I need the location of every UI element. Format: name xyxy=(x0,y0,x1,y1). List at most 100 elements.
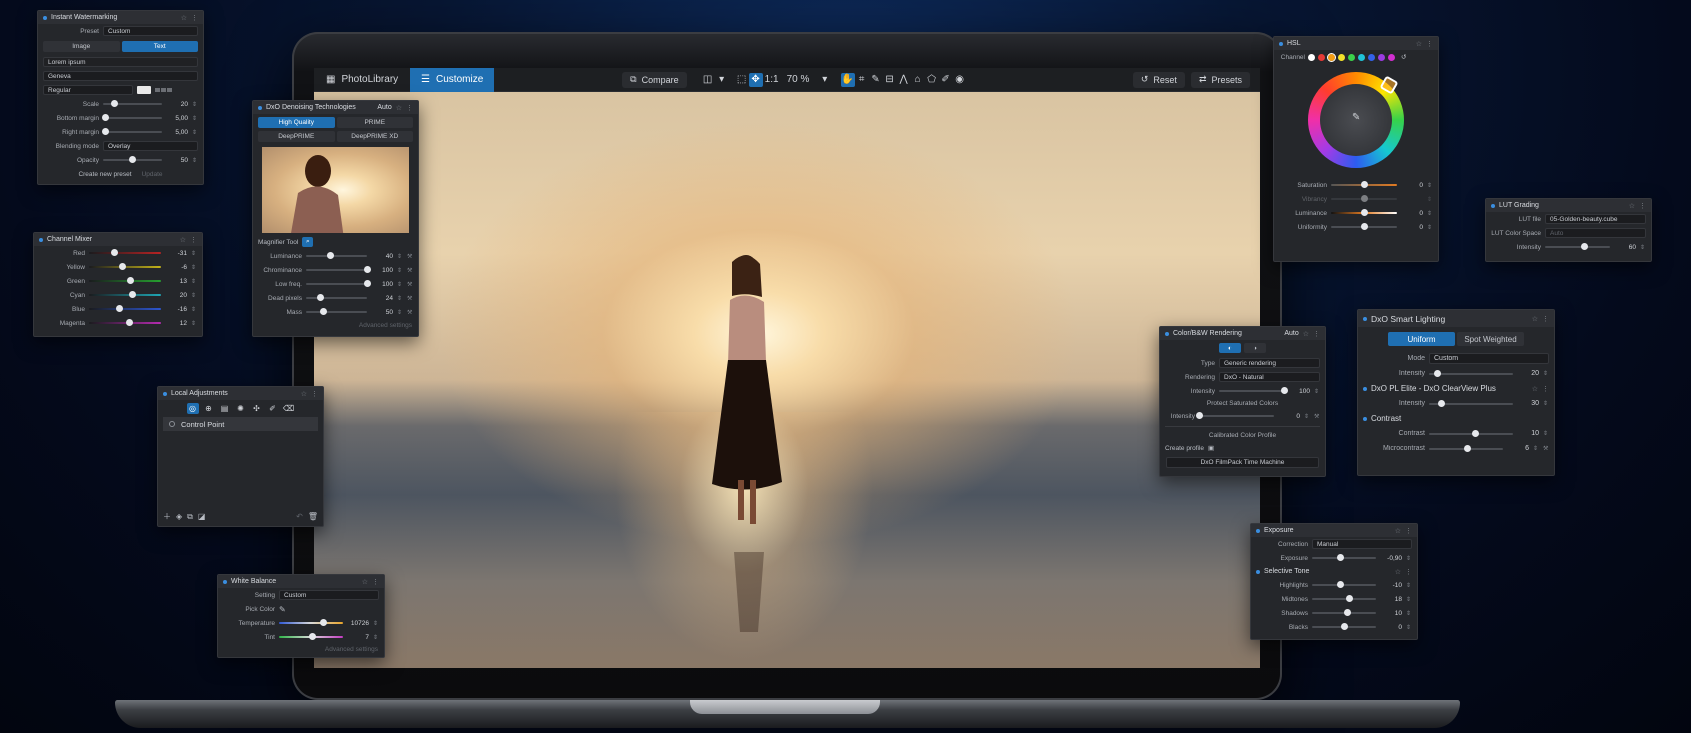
blue-slider[interactable] xyxy=(89,305,161,312)
star-icon[interactable]: ☆ xyxy=(396,104,402,112)
eyedropper-icon[interactable]: ✎ xyxy=(279,605,286,614)
contrast-slider[interactable] xyxy=(1429,429,1513,437)
hq-button[interactable]: High Quality xyxy=(258,117,335,128)
list-item[interactable]: Control Point xyxy=(163,417,318,431)
repair-icon[interactable]: ✐ xyxy=(939,73,953,87)
star-icon[interactable]: ☆ xyxy=(180,236,186,244)
stepper-icon[interactable]: ⇕ xyxy=(1406,582,1412,589)
tone-row-value[interactable]: 18 xyxy=(1380,596,1402,603)
microcontrast-slider[interactable] xyxy=(1429,444,1503,452)
more-icon[interactable]: ⋮ xyxy=(1313,330,1320,338)
star-icon[interactable]: ☆ xyxy=(301,390,307,398)
update-button[interactable]: Update xyxy=(142,171,163,178)
more-icon[interactable]: ⋮ xyxy=(1542,315,1549,323)
hand-icon[interactable]: ✋ xyxy=(840,72,855,87)
watermark-text-input[interactable]: Lorem ipsum xyxy=(43,57,198,67)
more-icon[interactable]: ⋮ xyxy=(1639,202,1646,210)
stepper-icon[interactable]: ⇕ xyxy=(373,634,379,641)
magnifier-icon[interactable]: ⌕ xyxy=(302,237,314,247)
more-icon[interactable]: ⋮ xyxy=(191,14,198,22)
eyedropper-icon[interactable]: ✎ xyxy=(1352,112,1360,123)
duplicate-icon[interactable]: ⧉ xyxy=(187,512,193,522)
bottom-margin-value[interactable]: 5,00 xyxy=(166,115,188,122)
tab-image[interactable]: Image xyxy=(43,41,120,52)
undo-icon[interactable]: ↶ xyxy=(296,512,303,521)
channel-swatch[interactable] xyxy=(1308,53,1315,61)
tab-photolibrary[interactable]: ▦ PhotoLibrary xyxy=(314,68,410,92)
layers-icon[interactable]: ◈ xyxy=(176,512,182,521)
mixer-row-value[interactable]: -6 xyxy=(165,264,187,271)
preset-select[interactable]: Custom xyxy=(103,26,198,36)
more-icon[interactable]: ⋮ xyxy=(1405,527,1412,535)
chevron-down-icon[interactable]: ▾ xyxy=(715,73,729,87)
mixer-row-value[interactable]: -16 xyxy=(165,306,187,313)
move-icon[interactable]: ✥ xyxy=(748,72,763,87)
microcontrast-value[interactable]: 6 xyxy=(1507,445,1529,452)
stepper-icon[interactable]: ⇕ xyxy=(1304,413,1310,420)
range-handle[interactable] xyxy=(1379,75,1399,95)
mixer-row-value[interactable]: -31 xyxy=(165,250,187,257)
reset-icon[interactable]: ↺ xyxy=(1401,53,1406,61)
hsl-header[interactable]: HSL ☆ ⋮ xyxy=(1274,37,1438,50)
tone-row-value[interactable]: 10 xyxy=(1380,610,1402,617)
cyan-slider[interactable] xyxy=(89,291,161,298)
crop-icon[interactable]: ⌗ xyxy=(855,73,869,87)
stepper-icon[interactable]: ⇕ xyxy=(191,250,197,257)
lut-intensity-slider[interactable] xyxy=(1545,243,1610,250)
split-view-icon[interactable]: ◫ xyxy=(701,73,715,87)
temperature-slider[interactable] xyxy=(279,619,343,626)
deepprime-button[interactable]: DeepPRIME xyxy=(258,131,335,142)
graduated-filter-icon[interactable]: ▤ xyxy=(219,403,231,414)
star-icon[interactable]: ☆ xyxy=(1532,385,1538,393)
stepper-icon[interactable]: ⇕ xyxy=(191,292,197,299)
smart-lighting-header[interactable]: DxO Smart Lighting ☆ ⋮ xyxy=(1358,310,1554,327)
denoise-row-value[interactable]: 100 xyxy=(371,281,393,288)
create-preset-button[interactable]: Create new preset xyxy=(78,171,131,178)
stepper-icon[interactable]: ⇕ xyxy=(191,320,197,327)
magic-wand-icon[interactable]: ⚒ xyxy=(407,309,413,316)
auto-mask-icon[interactable]: ✣ xyxy=(251,403,263,414)
more-icon[interactable]: ⋮ xyxy=(311,390,318,398)
stepper-icon[interactable]: ⇕ xyxy=(1427,196,1433,203)
tint-slider[interactable] xyxy=(279,633,343,640)
uniform-button[interactable]: Uniform xyxy=(1388,332,1455,346)
more-icon[interactable]: ⋮ xyxy=(1426,40,1433,48)
mixer-row-value[interactable]: 13 xyxy=(165,278,187,285)
more-icon[interactable]: ⋮ xyxy=(190,236,197,244)
spot-weighted-button[interactable]: Spot Weighted xyxy=(1457,332,1524,346)
lut-intensity-value[interactable]: 60 xyxy=(1614,244,1636,251)
stepper-icon[interactable]: ⇕ xyxy=(1427,210,1433,217)
hsl-row-value[interactable]: 0 xyxy=(1401,182,1423,189)
hsl-row-value[interactable]: 0 xyxy=(1401,210,1423,217)
type-select[interactable]: Generic rendering xyxy=(1219,358,1320,368)
white-balance-header[interactable]: White Balance ☆ ⋮ xyxy=(218,575,384,588)
setting-select[interactable]: Custom xyxy=(279,590,379,600)
more-icon[interactable]: ⋮ xyxy=(406,104,413,112)
stepper-icon[interactable]: ⇕ xyxy=(1543,370,1549,377)
pen-icon[interactable]: ✐ xyxy=(267,403,279,414)
tone-row-value[interactable]: -10 xyxy=(1380,582,1402,589)
lut-space-select[interactable]: Auto xyxy=(1545,228,1646,238)
channel-swatch[interactable] xyxy=(1318,53,1325,61)
stepper-icon[interactable]: ⇕ xyxy=(397,309,403,316)
stepper-icon[interactable]: ⇕ xyxy=(192,129,198,136)
stepper-icon[interactable]: ⇕ xyxy=(192,157,198,164)
tab-text[interactable]: Text xyxy=(121,41,198,52)
font-select[interactable]: Geneva xyxy=(43,71,198,81)
auto-button[interactable]: Auto xyxy=(1284,330,1298,337)
channel-swatch[interactable] xyxy=(1327,52,1336,62)
denoise-row-value[interactable]: 100 xyxy=(371,267,393,274)
stepper-icon[interactable]: ⇕ xyxy=(191,306,197,313)
advanced-settings-link[interactable]: Advanced settings xyxy=(253,319,418,332)
magic-wand-icon[interactable]: ⚒ xyxy=(1543,445,1549,452)
stepper-icon[interactable]: ⇕ xyxy=(373,620,379,627)
protect-intensity-value[interactable]: 0 xyxy=(1278,413,1300,420)
volume-icon[interactable]: ⌂ xyxy=(911,73,925,87)
intensity-slider[interactable] xyxy=(1219,387,1288,394)
deepprime-xd-button[interactable]: DeepPRIME XD xyxy=(336,131,413,142)
stepper-icon[interactable]: ⇕ xyxy=(191,264,197,271)
chrominance-slider[interactable] xyxy=(306,266,371,273)
stepper-icon[interactable]: ⇕ xyxy=(191,278,197,285)
protect-intensity-slider[interactable] xyxy=(1195,412,1274,419)
luminance-slider[interactable] xyxy=(306,252,367,259)
